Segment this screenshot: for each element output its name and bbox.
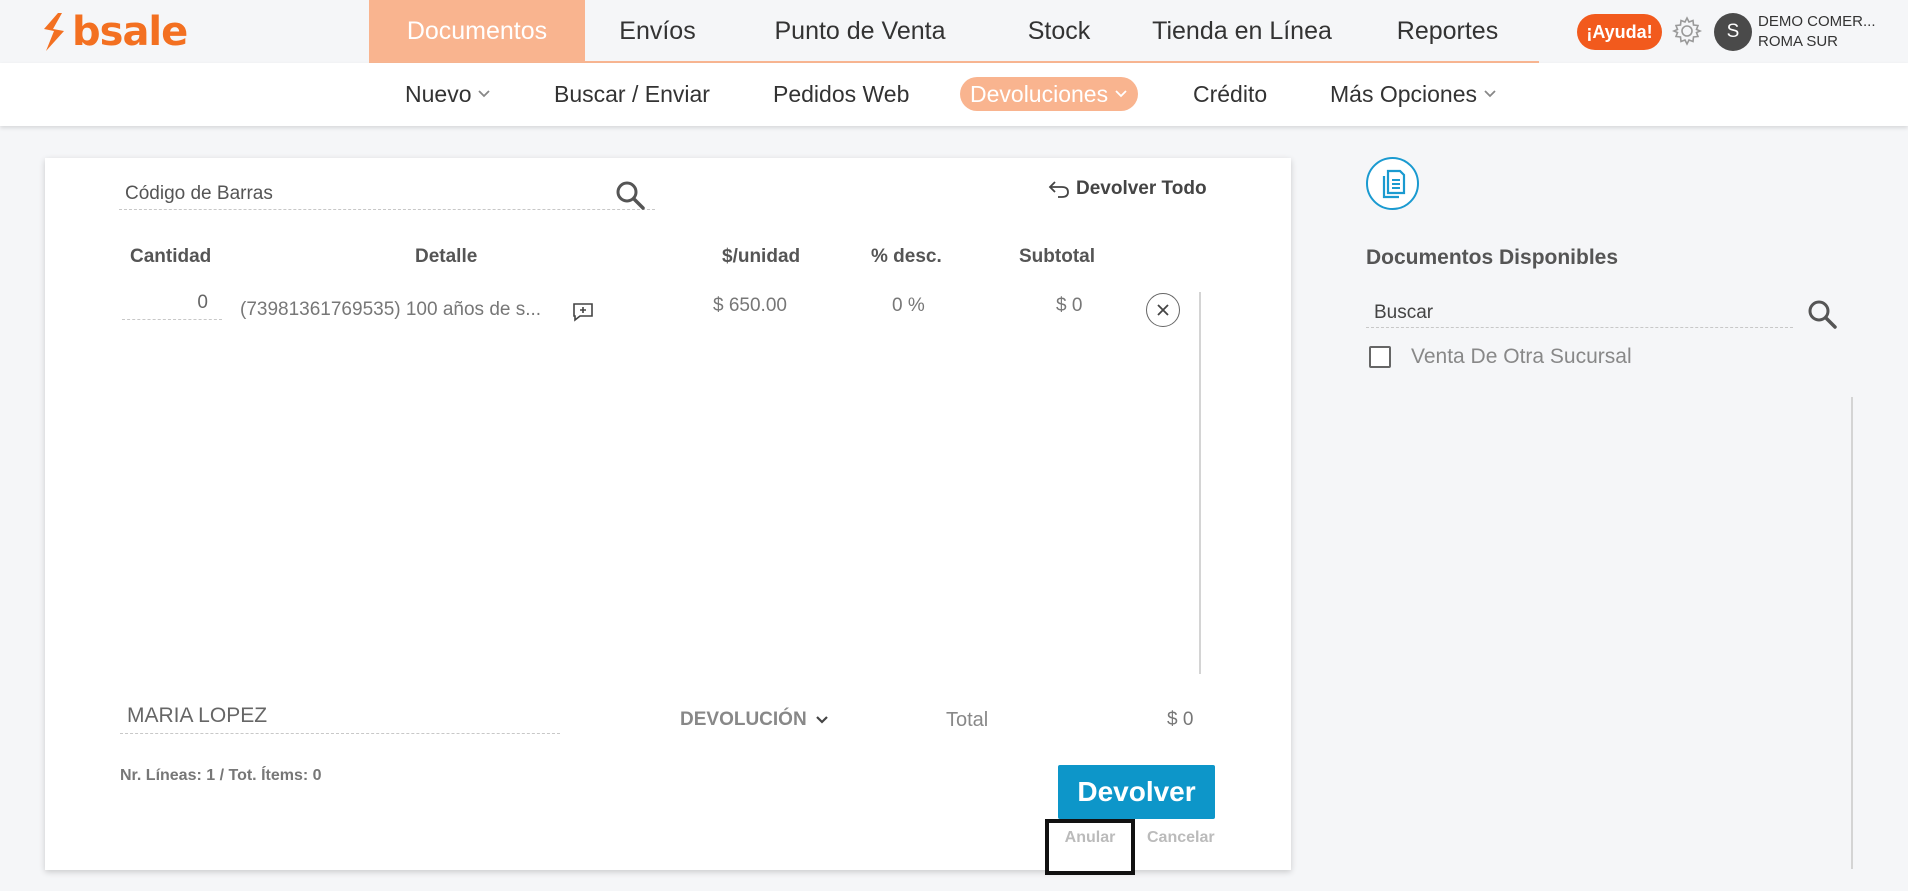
subnav-buscar-enviar[interactable]: Buscar / Enviar xyxy=(554,77,710,111)
customer-field[interactable]: MARIA LOPEZ xyxy=(120,704,560,734)
main-nav: Documentos Envíos Punto de Venta Stock T… xyxy=(369,0,1539,63)
close-icon xyxy=(1157,304,1169,316)
subnav-pedidos-web[interactable]: Pedidos Web xyxy=(773,77,909,111)
undo-icon xyxy=(1048,181,1069,198)
nav-tienda-en-linea[interactable]: Tienda en Línea xyxy=(1128,0,1356,63)
cancelar-button[interactable]: Cancelar xyxy=(1147,829,1215,847)
gear-icon[interactable] xyxy=(1671,15,1703,47)
document-icon xyxy=(1382,169,1405,198)
document-type-dropdown[interactable]: DEVOLUCIÓN xyxy=(680,709,829,731)
quantity-input[interactable]: 0 xyxy=(122,292,222,320)
search-icon[interactable] xyxy=(614,179,646,211)
bsale-logo-icon xyxy=(44,13,64,51)
devolver-button[interactable]: Devolver xyxy=(1058,765,1215,819)
chevron-down-icon xyxy=(1484,90,1496,98)
return-all-button[interactable]: Devolver Todo xyxy=(1048,178,1207,200)
subnav-mas-opciones-label: Más Opciones xyxy=(1330,80,1478,107)
help-button[interactable]: ¡Ayuda! xyxy=(1577,14,1662,50)
anular-button[interactable]: Anular xyxy=(1045,819,1135,875)
other-branch-label: Venta De Otra Sucursal xyxy=(1411,345,1632,368)
nav-stock[interactable]: Stock xyxy=(990,0,1128,63)
total-value: $ 0 xyxy=(1167,709,1194,730)
total-label: Total xyxy=(946,709,989,731)
nav-reportes[interactable]: Reportes xyxy=(1356,0,1539,63)
column-header-unit-price: $/unidad xyxy=(722,246,801,267)
nav-punto-de-venta[interactable]: Punto de Venta xyxy=(730,0,990,63)
avatar[interactable]: S xyxy=(1714,13,1752,51)
subnav-credito[interactable]: Crédito xyxy=(1193,77,1267,111)
sub-nav: Nuevo Buscar / Enviar Pedidos Web Devolu… xyxy=(0,63,1908,126)
bsale-logo[interactable]: bsale xyxy=(38,9,188,55)
item-detail: (73981361769535) 100 años de s... xyxy=(240,299,542,320)
documents-search-input[interactable] xyxy=(1366,298,1793,328)
subnav-devoluciones[interactable]: Devoluciones xyxy=(960,77,1139,111)
document-type-label: DEVOLUCIÓN xyxy=(680,709,807,730)
documents-button[interactable] xyxy=(1366,157,1419,210)
lines-summary: Nr. Líneas: 1 / Tot. Ítems: 0 xyxy=(120,767,322,784)
column-header-discount: % desc. xyxy=(871,246,942,267)
chevron-down-icon xyxy=(478,90,491,98)
subnav-devoluciones-label: Devoluciones xyxy=(970,80,1109,107)
top-bar: bsale Documentos Envíos Punto de Venta S… xyxy=(0,0,1908,63)
subnav-nuevo[interactable]: Nuevo xyxy=(405,77,491,111)
column-header-cantidad: Cantidad xyxy=(130,246,212,267)
column-header-subtotal: Subtotal xyxy=(1019,246,1095,267)
remove-row-button[interactable] xyxy=(1146,293,1180,327)
available-documents-title: Documentos Disponibles xyxy=(1366,246,1619,269)
nav-documentos[interactable]: Documentos xyxy=(369,0,585,63)
chevron-down-icon xyxy=(1115,90,1127,98)
chevron-down-icon xyxy=(815,716,828,724)
add-comment-icon[interactable] xyxy=(572,302,594,322)
item-discount: 0 % xyxy=(892,295,925,316)
user-info[interactable]: DEMO COMER... ROMA SUR xyxy=(1758,12,1876,52)
nav-envios[interactable]: Envíos xyxy=(585,0,730,63)
branch-name: ROMA SUR xyxy=(1758,33,1839,50)
documents-scrollbar[interactable] xyxy=(1851,397,1853,869)
other-branch-checkbox[interactable] xyxy=(1369,346,1391,368)
item-subtotal: $ 0 xyxy=(1056,295,1083,316)
item-unit-price: $ 650.00 xyxy=(713,295,787,316)
other-branch-filter[interactable]: Venta De Otra Sucursal xyxy=(1369,345,1632,369)
barcode-input[interactable] xyxy=(119,178,655,210)
company-name: DEMO COMER... xyxy=(1758,13,1876,30)
return-form-card: Devolver Todo Cantidad Detalle $/unidad … xyxy=(45,158,1291,875)
bsale-logo-text: bsale xyxy=(72,9,188,55)
column-header-detalle: Detalle xyxy=(415,246,478,267)
subnav-mas-opciones[interactable]: Más Opciones xyxy=(1330,77,1497,111)
table-scrollbar[interactable] xyxy=(1199,292,1201,674)
subnav-nuevo-label: Nuevo xyxy=(405,80,472,107)
return-all-label: Devolver Todo xyxy=(1076,178,1207,199)
search-icon[interactable] xyxy=(1806,298,1838,330)
